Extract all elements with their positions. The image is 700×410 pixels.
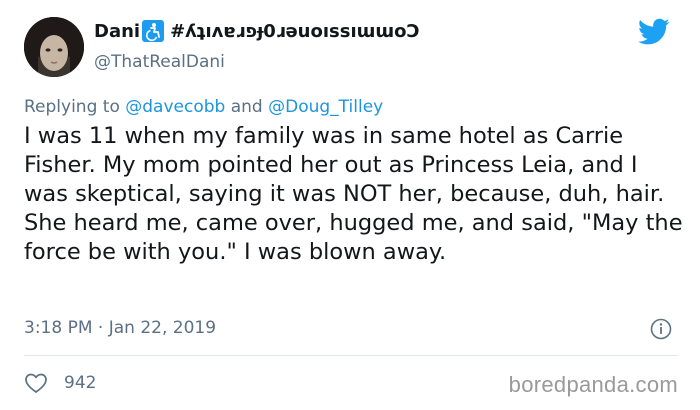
replying-to: Replying to @davecobb and @Doug_Tilley [24, 97, 383, 117]
heart-icon [25, 373, 47, 393]
info-icon[interactable] [650, 318, 672, 340]
like-button[interactable]: 942 [24, 372, 96, 394]
display-name[interactable]: Dani [94, 21, 140, 42]
mention-link-davecobb[interactable]: @davecobb [125, 97, 225, 117]
author-handle[interactable]: @ThatRealDani [94, 52, 225, 72]
like-count: 942 [64, 373, 97, 393]
divider [24, 355, 678, 356]
twitter-bird-icon[interactable] [638, 18, 670, 46]
mention-link-doug-tilley[interactable]: @Doug_Tilley [268, 97, 383, 117]
avatar[interactable] [24, 17, 84, 77]
watermark: boredpanda.com [508, 372, 678, 397]
replying-and: and [225, 97, 269, 117]
accessibility-icon [142, 20, 165, 42]
tweet-text: I was 11 when my family was in same hote… [24, 123, 683, 265]
display-name-suffix: #ʎʇıʌɐɹפɟ0ɹǝuoıssıɯɯoƆ [170, 20, 420, 42]
tweet-timestamp[interactable]: 3:18 PM · Jan 22, 2019 [24, 318, 216, 338]
author-name-row[interactable]: Dani #ʎʇıʌɐɹפɟ0ɹǝuoıssıɯɯoƆ [94, 20, 420, 42]
replying-prefix: Replying to [24, 97, 126, 117]
